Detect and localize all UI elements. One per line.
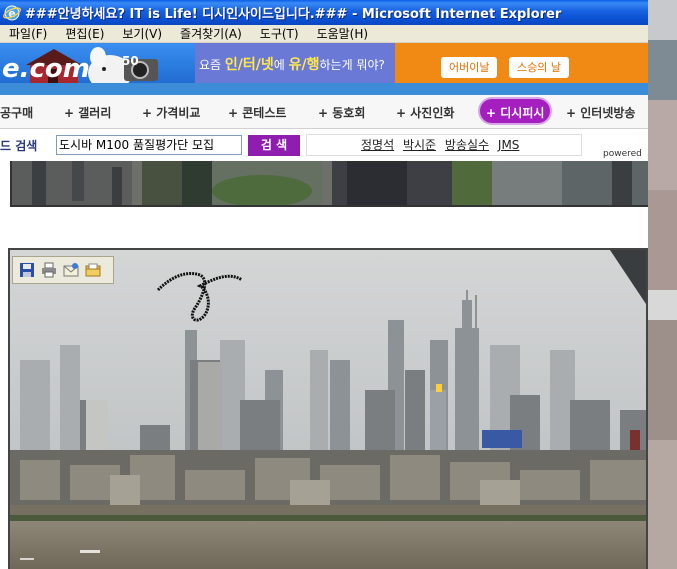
menu-file[interactable]: 파일(F) bbox=[0, 25, 56, 42]
nav-item-gallery[interactable]: + 갤러리 bbox=[64, 104, 111, 121]
site-banner: 50 e.com 요즘 인/터/넷에 유/행하는게 뭐야? 어버이날 스승의 날 bbox=[0, 43, 648, 95]
popular-keywords: 정명석 박시준 방송실수 JMS bbox=[306, 134, 582, 156]
open-folder-icon[interactable] bbox=[83, 261, 102, 280]
save-icon[interactable] bbox=[17, 261, 36, 280]
image-toolbar bbox=[12, 256, 114, 284]
nav-item-price-compare[interactable]: + 가격비교 bbox=[142, 104, 200, 121]
nav-item-internet-broadcast[interactable]: + 인터넷방송 bbox=[566, 104, 635, 121]
nav-bar: 공구매 + 갤러리 + 가격비교 + 콘테스트 + 동호회 + 사진인화 + 디… bbox=[0, 95, 648, 129]
menu-bar: 파일(F) 편집(E) 보기(V) 즐겨찾기(A) 도구(T) 도움말(H) bbox=[0, 25, 648, 43]
keyword-link[interactable]: 박시준 bbox=[403, 138, 436, 152]
teachers-day-button[interactable]: 스승의 날 bbox=[509, 57, 569, 78]
menu-favorites[interactable]: 즐겨찾기(A) bbox=[171, 25, 251, 42]
mail-icon[interactable] bbox=[61, 261, 80, 280]
ad-banner-right: 어버이날 스승의 날 bbox=[395, 43, 648, 83]
parents-day-button[interactable]: 어버이날 bbox=[441, 57, 498, 78]
title-bar: e ###안녕하세요? IT is Life! 디시인사이드입니다.### - … bbox=[0, 0, 648, 25]
search-label: 드 검색 bbox=[0, 139, 38, 153]
ad-text: 요즘 인/터/넷에 유/행하는게 뭐야? bbox=[199, 57, 385, 73]
banner-bottom-strip bbox=[0, 83, 648, 95]
nav-item-club[interactable]: + 동호회 bbox=[318, 104, 365, 121]
window-title: ###안녕하세요? IT is Life! 디시인사이드입니다.### - Mi… bbox=[25, 7, 562, 22]
search-button[interactable]: 검 색 bbox=[248, 135, 300, 156]
logo-text: e.com bbox=[2, 54, 90, 84]
previous-photo bbox=[10, 161, 648, 207]
search-input[interactable]: 도시바 M100 품질평가단 모집 bbox=[56, 135, 242, 155]
menu-help[interactable]: 도움말(H) bbox=[308, 25, 378, 42]
ad-banner-left[interactable]: 요즘 인/터/넷에 유/행하는게 뭐야? bbox=[195, 43, 395, 83]
main-photo bbox=[8, 248, 648, 569]
powered-label: powered bbox=[603, 149, 642, 159]
menu-view[interactable]: 보기(V) bbox=[113, 25, 171, 42]
nav-item-contest[interactable]: + 콘테스트 bbox=[228, 104, 286, 121]
nav-item-photo-print[interactable]: + 사진인화 bbox=[396, 104, 454, 121]
background-window-strip bbox=[648, 0, 677, 569]
keyword-link[interactable]: 정명석 bbox=[361, 138, 394, 152]
search-bar: 드 검색 도시바 M100 품질평가단 모집 검 색 정명석 박시준 방송실수 … bbox=[0, 129, 648, 161]
menu-tools[interactable]: 도구(T) bbox=[251, 25, 308, 42]
print-icon[interactable] bbox=[39, 261, 58, 280]
keyword-link[interactable]: 방송실수 bbox=[445, 138, 489, 152]
nav-item-dcpc[interactable]: + 디시피시 bbox=[480, 99, 551, 123]
keyword-link[interactable]: JMS bbox=[498, 138, 520, 152]
menu-edit[interactable]: 편집(E) bbox=[56, 25, 113, 42]
svg-text:50: 50 bbox=[122, 54, 139, 68]
browser-window: e ###안녕하세요? IT is Life! 디시인사이드입니다.### - … bbox=[0, 0, 677, 569]
internet-explorer-icon: e bbox=[3, 5, 21, 20]
nav-item-group-buy[interactable]: 공구매 bbox=[0, 104, 33, 121]
